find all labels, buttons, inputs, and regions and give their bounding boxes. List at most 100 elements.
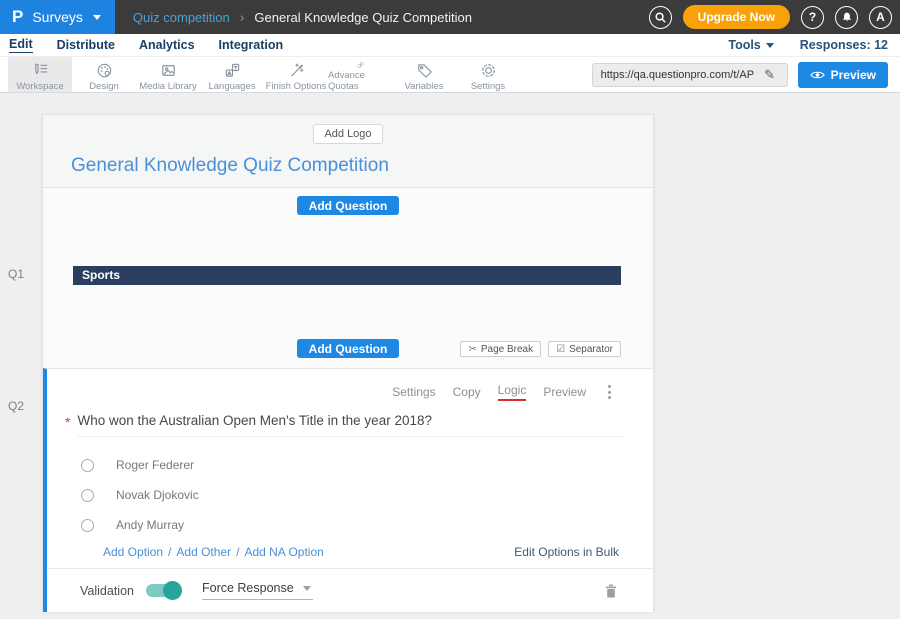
avatar[interactable]: A: [869, 6, 892, 29]
option-row[interactable]: Roger Federer: [47, 450, 653, 480]
separator-check-icon: ☑: [556, 344, 565, 355]
breadcrumb-parent[interactable]: Quiz competition: [133, 10, 230, 25]
option-label[interactable]: Roger Federer: [116, 458, 194, 472]
subnav-right: Tools Responses: 12: [728, 38, 888, 52]
option-row[interactable]: Andy Murray: [47, 510, 653, 540]
link-separator: /: [168, 545, 171, 559]
option-links-row: Add Option / Add Other / Add NA Option E…: [103, 545, 619, 559]
question-text-row: * Who won the Australian Open Men's Titl…: [65, 413, 623, 437]
survey-nav: Edit Distribute Analytics Integration To…: [0, 34, 900, 57]
page-break-button[interactable]: ✂ Page Break: [460, 341, 541, 357]
question-copy-action[interactable]: Copy: [453, 385, 481, 399]
question-actions: Settings Copy Logic Preview: [47, 369, 653, 401]
tool-media-library[interactable]: Media Library: [136, 57, 200, 92]
page-break-label: Page Break: [481, 344, 533, 355]
help-button[interactable]: ?: [801, 6, 824, 29]
tool-label: Finish Options: [266, 81, 327, 92]
chevron-down-icon: [303, 586, 311, 591]
add-other-link[interactable]: Add Other: [176, 545, 231, 559]
radio-icon[interactable]: [81, 519, 94, 532]
add-option-links: Add Option / Add Other / Add NA Option: [103, 545, 324, 559]
insert-controls: ✂ Page Break ☑ Separator: [460, 341, 621, 357]
question-text[interactable]: Who won the Australian Open Men's Title …: [77, 413, 623, 437]
add-question-button-2[interactable]: Add Question: [297, 339, 400, 358]
editor-toolbar: Workspace Design Media Library Languages: [0, 57, 900, 93]
edit-options-in-bulk-link[interactable]: Edit Options in Bulk: [514, 545, 619, 559]
required-marker: *: [65, 413, 70, 431]
question-number-q1: Q1: [8, 267, 24, 281]
option-row[interactable]: Novak Djokovic: [47, 480, 653, 510]
question-logic-action[interactable]: Logic: [498, 383, 527, 401]
edit-url-pencil-icon[interactable]: ✎: [757, 67, 783, 83]
tool-design[interactable]: Design: [72, 57, 136, 92]
tool-advance-quotas[interactable]: Advance Quotas: [328, 57, 392, 92]
palette-icon: [95, 61, 114, 80]
tool-finish-options[interactable]: Finish Options: [264, 57, 328, 92]
delete-question-button[interactable]: [605, 584, 617, 598]
survey-title[interactable]: General Knowledge Quiz Competition: [71, 155, 653, 177]
option-label[interactable]: Novak Djokovic: [116, 488, 199, 502]
survey-header: Add Logo General Knowledge Quiz Competit…: [43, 115, 653, 188]
tab-integration[interactable]: Integration: [219, 38, 284, 53]
validation-toggle[interactable]: [146, 584, 180, 597]
add-question-button-1[interactable]: Add Question: [297, 196, 400, 215]
q1-section-header[interactable]: Sports: [73, 266, 621, 285]
separator-label: Separator: [569, 344, 613, 355]
question-preview-action[interactable]: Preview: [543, 385, 586, 399]
add-option-link[interactable]: Add Option: [103, 545, 163, 559]
radio-icon[interactable]: [81, 459, 94, 472]
survey-url-input[interactable]: [593, 69, 757, 81]
toggle-knob: [163, 581, 182, 600]
bell-icon: [840, 11, 854, 23]
tool-label: Languages: [208, 81, 255, 92]
validation-type-dropdown[interactable]: Force Response: [202, 581, 313, 600]
tool-languages[interactable]: Languages: [200, 57, 264, 92]
add-question-row-2: Add Question ✂ Page Break ☑ Separator: [43, 339, 653, 358]
q2-question-card: Settings Copy Logic Preview * Who won th…: [43, 368, 653, 612]
kebab-menu-icon[interactable]: [606, 383, 613, 401]
radio-icon[interactable]: [81, 489, 94, 502]
tool-variables[interactable]: Variables: [392, 57, 456, 92]
top-bar: P Surveys Quiz competition › General Kno…: [0, 0, 900, 34]
separator-button[interactable]: ☑ Separator: [548, 341, 621, 357]
tab-analytics[interactable]: Analytics: [139, 38, 195, 53]
gear-icon: [479, 61, 498, 80]
tab-distribute[interactable]: Distribute: [57, 38, 115, 53]
tool-label: Media Library: [139, 81, 197, 92]
tab-edit[interactable]: Edit: [9, 37, 33, 53]
survey-card: Add Logo General Knowledge Quiz Competit…: [42, 114, 654, 611]
option-label[interactable]: Andy Murray: [116, 518, 184, 532]
breadcrumb-current: General Knowledge Quiz Competition: [254, 10, 472, 25]
responses-count[interactable]: Responses: 12: [800, 38, 888, 52]
search-button[interactable]: [649, 6, 672, 29]
tool-label: Settings: [471, 81, 505, 92]
tool-workspace[interactable]: Workspace: [8, 57, 72, 92]
add-logo-button[interactable]: Add Logo: [313, 124, 382, 144]
question-settings-action[interactable]: Settings: [392, 385, 435, 399]
add-na-option-link[interactable]: Add NA Option: [244, 545, 323, 559]
eye-icon: [810, 70, 825, 80]
answer-options: Roger Federer Novak Djokovic Andy Murray: [47, 450, 653, 540]
upgrade-now-button[interactable]: Upgrade Now: [683, 5, 790, 29]
wand-icon: [287, 61, 306, 80]
product-label: Surveys: [32, 9, 83, 25]
translate-icon: [223, 61, 242, 80]
tool-label: Workspace: [16, 81, 63, 92]
link-separator: /: [236, 545, 239, 559]
survey-url-box: ✎: [592, 63, 788, 87]
survey-canvas: Q1 Q2 Add Logo General Knowledge Quiz Co…: [0, 93, 900, 619]
surveys-menu[interactable]: P Surveys: [0, 0, 115, 34]
tool-settings[interactable]: Settings: [456, 57, 520, 92]
chevron-down-icon: [766, 43, 774, 48]
breadcrumb-separator-icon: ›: [240, 9, 245, 25]
breadcrumb: Quiz competition › General Knowledge Qui…: [133, 9, 472, 25]
preview-label: Preview: [831, 68, 876, 82]
tools-menu[interactable]: Tools: [728, 38, 773, 52]
tag-icon: [415, 61, 434, 80]
tool-label: Advance Quotas: [328, 70, 392, 92]
search-icon: [654, 11, 667, 24]
preview-button[interactable]: Preview: [798, 62, 888, 88]
tool-label: Design: [89, 81, 119, 92]
notifications-button[interactable]: [835, 6, 858, 29]
validation-value: Force Response: [202, 581, 294, 595]
